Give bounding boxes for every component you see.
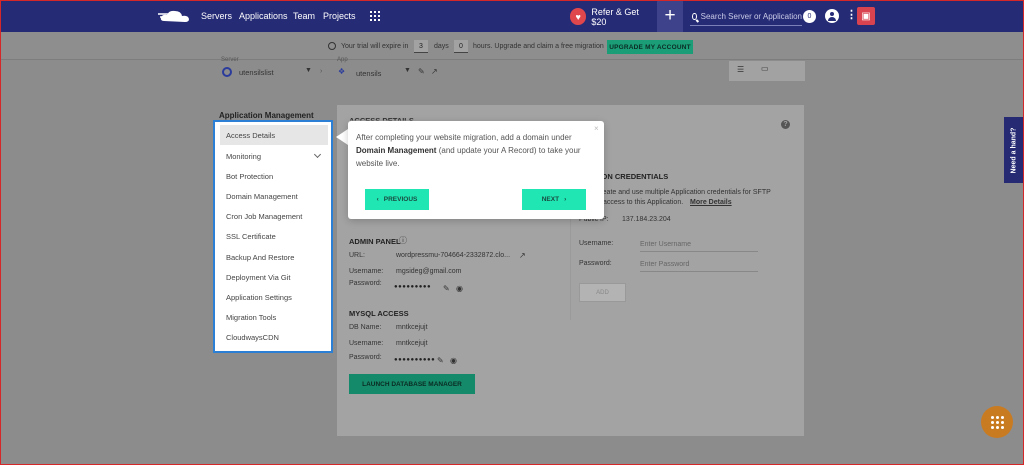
notification-badge[interactable]: 0 xyxy=(803,10,816,23)
launch-database-manager-button[interactable]: LAUNCH DATABASE MANAGER xyxy=(349,374,475,394)
menu-application-settings[interactable]: Application Settings xyxy=(220,287,328,307)
need-a-hand-tab[interactable]: Need a hand? xyxy=(1004,117,1024,183)
search-box[interactable]: Search Server or Application xyxy=(690,8,802,26)
trial-suffix: hours. Upgrade and claim a free migratio… xyxy=(473,43,604,50)
menu-domain-management[interactable]: Domain Management xyxy=(220,186,328,206)
app-management-menu: Access Details Monitoring Bot Protection… xyxy=(213,120,333,353)
more-menu-icon[interactable]: ⋮ xyxy=(846,10,857,21)
db-password-value: ●●●●●●●●●● xyxy=(394,357,436,363)
tooltip-previous-button[interactable]: ‹ PREVIOUS xyxy=(365,189,429,210)
password-eye-icon[interactable]: ◉ xyxy=(456,284,463,293)
chevron-right-icon: › xyxy=(564,196,567,203)
nav-team[interactable]: Team xyxy=(293,11,315,21)
menu-ssl-certificate[interactable]: SSL Certificate xyxy=(220,226,328,246)
menu-monitoring[interactable]: Monitoring xyxy=(220,146,328,166)
chevron-left-icon: ‹ xyxy=(376,196,379,203)
server-name[interactable]: utensilslist xyxy=(239,68,274,77)
trial-days-label: days xyxy=(434,43,449,50)
db-name-value: mntkcejujt xyxy=(396,324,428,331)
admin-username-label: Username: xyxy=(349,268,384,275)
previous-label: PREVIOUS xyxy=(383,196,418,203)
app-dropdown-icon[interactable]: ▼ xyxy=(404,67,411,74)
server-label: Server xyxy=(221,57,239,63)
sftp-username-label: Username: xyxy=(579,240,614,247)
trial-prefix: Your trial will expire in xyxy=(341,43,409,50)
admin-password-value: ●●●●●●●●● xyxy=(394,284,432,290)
next-label: NEXT xyxy=(541,196,560,203)
tooltip-message: After completing your website migration,… xyxy=(356,131,596,170)
tooltip-arrow xyxy=(336,129,348,145)
nav-servers[interactable]: Servers xyxy=(201,11,232,21)
app-credentials-desc-line2: access to this Application. xyxy=(603,199,684,206)
tooltip-next-button[interactable]: NEXT › xyxy=(522,189,586,210)
db-username-value: mntkcejujt xyxy=(396,340,428,347)
server-dropdown-icon[interactable]: ▼ xyxy=(305,67,312,74)
more-details-link[interactable]: More Details xyxy=(690,199,732,206)
public-ip-value: 137.184.23.204 xyxy=(622,216,671,223)
edit-icon[interactable]: ✎ xyxy=(418,67,425,76)
user-avatar-icon[interactable] xyxy=(825,9,839,23)
external-link-icon[interactable]: ↗ xyxy=(431,67,438,76)
chevron-down-icon xyxy=(313,150,322,159)
need-a-hand-label: Need a hand? xyxy=(1010,127,1018,173)
trial-hours-value: 0 xyxy=(454,40,468,53)
admin-username-value: mgsideg@gmail.com xyxy=(396,268,462,275)
db-password-label: Password: xyxy=(349,354,382,361)
db-password-eye-icon[interactable]: ◉ xyxy=(450,356,457,365)
app-credentials-desc-line1: n create and use multiple Application cr… xyxy=(591,189,771,196)
admin-password-label: Password: xyxy=(349,280,382,287)
heart-icon: ♥ xyxy=(570,8,587,25)
menu-cloudways-cdn[interactable]: CloudwaysCDN xyxy=(220,327,328,347)
admin-panel-title: ADMIN PANEL xyxy=(349,237,401,246)
tooltip-bold-text: Domain Management xyxy=(356,146,437,155)
mysql-title: MYSQL ACCESS xyxy=(349,309,409,318)
sftp-username-input[interactable]: Enter Username xyxy=(640,241,758,252)
upgrade-account-button[interactable]: UPGRADE MY ACCOUNT xyxy=(607,40,693,54)
password-edit-icon[interactable]: ✎ xyxy=(443,284,450,293)
app-management-heading: Application Management xyxy=(219,111,314,120)
menu-deployment-via-git[interactable]: Deployment Via Git xyxy=(220,267,328,287)
sftp-password-input[interactable]: Enter Password xyxy=(640,261,758,272)
menu-access-details[interactable]: Access Details xyxy=(220,125,328,145)
help-icon[interactable]: ? xyxy=(781,120,790,129)
info-icon[interactable]: ⓘ xyxy=(399,235,407,246)
menu-monitoring-label: Monitoring xyxy=(226,151,262,161)
add-new-button[interactable]: + xyxy=(657,0,683,32)
sftp-password-label: Password: xyxy=(579,260,612,267)
admin-url-label: URL: xyxy=(349,252,365,259)
add-credential-button[interactable]: ADD xyxy=(579,283,626,302)
top-navbar: Servers Applications Team Projects ♥ Ref… xyxy=(0,0,1024,32)
admin-url-value[interactable]: wordpressmu-704664-2332872.clo... xyxy=(396,252,510,259)
db-password-edit-icon[interactable]: ✎ xyxy=(437,356,444,365)
trial-days-value: 3 xyxy=(414,40,428,53)
breadcrumb-separator-icon: › xyxy=(320,68,323,75)
folder-icon[interactable]: ▭ xyxy=(761,64,769,73)
nav-applications[interactable]: Applications xyxy=(239,11,288,21)
db-username-label: Username: xyxy=(349,340,384,347)
app-icon: ❖ xyxy=(338,67,346,76)
menu-backup-and-restore[interactable]: Backup And Restore xyxy=(220,247,328,267)
db-name-label: DB Name: xyxy=(349,324,382,331)
search-icon xyxy=(692,13,697,20)
server-icon xyxy=(222,67,232,77)
app-label: App xyxy=(337,57,348,63)
clock-icon xyxy=(328,42,336,50)
nav-projects[interactable]: Projects xyxy=(323,11,356,21)
menu-migration-tools[interactable]: Migration Tools xyxy=(220,307,328,327)
search-placeholder: Search Server or Application xyxy=(700,12,802,21)
app-name[interactable]: utensils xyxy=(356,69,381,78)
refer-button[interactable]: ♥ Refer & Get $20 xyxy=(570,6,654,27)
apps-menu-fab-icon[interactable] xyxy=(981,406,1013,438)
list-icon[interactable]: ☰ xyxy=(737,65,744,74)
tooltip-text-before: After completing your website migration,… xyxy=(356,133,572,142)
gift-icon[interactable]: ▣ xyxy=(857,7,875,25)
apps-grid-icon[interactable] xyxy=(370,11,380,21)
menu-cron-job-management[interactable]: Cron Job Management xyxy=(220,206,328,226)
open-link-icon[interactable]: ↗ xyxy=(519,251,526,260)
refer-label: Refer & Get $20 xyxy=(591,6,639,27)
menu-bot-protection[interactable]: Bot Protection xyxy=(220,166,328,186)
cloudways-logo[interactable] xyxy=(158,8,192,24)
